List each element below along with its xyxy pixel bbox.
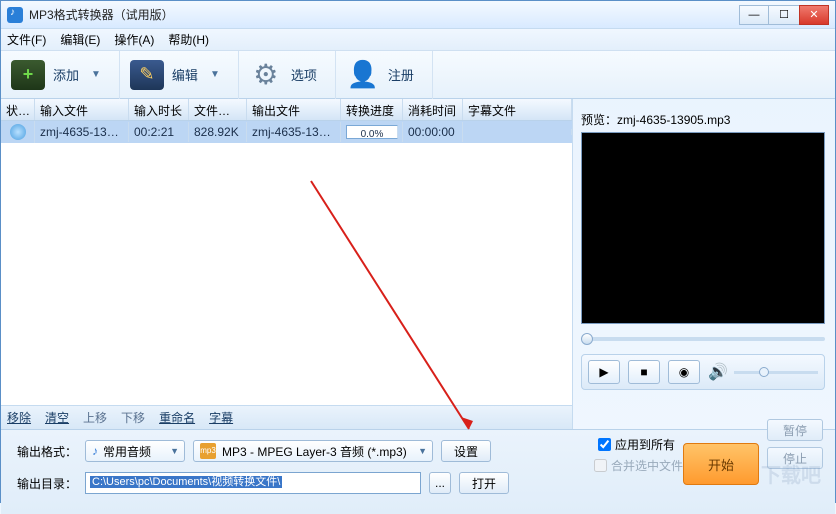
gear-icon: [249, 60, 283, 90]
list-actions: 移除 清空 上移 下移 重命名 字幕: [1, 405, 572, 429]
stop-playback-button[interactable]: ■: [628, 360, 660, 384]
note-icon: ♪: [92, 444, 98, 458]
col-size[interactable]: 文件大小: [189, 99, 247, 120]
snapshot-button[interactable]: ◉: [668, 360, 700, 384]
maximize-button[interactable]: [769, 5, 799, 25]
preview-video[interactable]: [581, 132, 825, 324]
start-button[interactable]: 开始: [683, 443, 759, 485]
menu-action[interactable]: 操作(A): [114, 31, 154, 48]
edit-button[interactable]: 编辑▼: [120, 51, 239, 99]
seek-thumb[interactable]: [581, 333, 593, 345]
table-header: 状态 输入文件 输入时长 文件大小 输出文件 转换进度 消耗时间 字幕文件: [1, 99, 572, 121]
col-input[interactable]: 输入文件: [35, 99, 129, 120]
file-list-panel: 状态 输入文件 输入时长 文件大小 输出文件 转换进度 消耗时间 字幕文件 zm…: [1, 99, 573, 429]
progress-value: 0.0%: [346, 125, 398, 139]
minimize-button[interactable]: [739, 5, 769, 25]
cell-duration: 00:2:21: [129, 122, 189, 142]
col-status[interactable]: 状态: [1, 99, 35, 120]
app-window: MP3格式转换器（试用版） 文件(F) 编辑(E) 操作(A) 帮助(H) 添加…: [0, 0, 836, 503]
status-icon: [10, 124, 26, 140]
user-icon: [346, 60, 380, 90]
col-subtitle[interactable]: 字幕文件: [463, 99, 572, 120]
col-output[interactable]: 输出文件: [247, 99, 341, 120]
remove-link[interactable]: 移除: [7, 409, 31, 426]
add-icon: [11, 60, 45, 90]
col-progress[interactable]: 转换进度: [341, 99, 403, 120]
chevron-down-icon: ▼: [91, 69, 101, 80]
browse-button[interactable]: ...: [429, 472, 451, 494]
cell-elapsed: 00:00:00: [403, 122, 463, 142]
rename-link[interactable]: 重命名: [159, 409, 195, 426]
preview-label: 预览：zmj-4635-13905.mp3: [581, 111, 827, 128]
apply-all-checkbox[interactable]: 应用到所有: [598, 436, 675, 453]
up-link[interactable]: 上移: [83, 409, 107, 426]
cell-output: zmj-4635-139...: [247, 122, 341, 142]
volume-slider[interactable]: [734, 371, 818, 374]
app-icon: [7, 7, 23, 23]
bottom-panel: 输出格式： ♪常用音频▼ mp3MP3 - MPEG Layer-3 音频 (*…: [1, 429, 835, 514]
subtitle-link[interactable]: 字幕: [209, 409, 233, 426]
add-button[interactable]: 添加▼: [1, 51, 120, 99]
toolbar: 添加▼ 编辑▼ 选项 注册: [1, 51, 835, 99]
player-controls: ▶ ■ ◉ 🔊: [581, 354, 825, 390]
menu-edit[interactable]: 编辑(E): [60, 31, 100, 48]
close-button[interactable]: [799, 5, 829, 25]
clear-link[interactable]: 清空: [45, 409, 69, 426]
col-duration[interactable]: 输入时长: [129, 99, 189, 120]
window-title: MP3格式转换器（试用版）: [29, 6, 739, 23]
options-button[interactable]: 选项: [239, 51, 336, 99]
volume-thumb[interactable]: [759, 367, 769, 377]
dir-label: 输出目录：: [13, 475, 77, 492]
category-select[interactable]: ♪常用音频▼: [85, 440, 185, 462]
pause-button[interactable]: 暂停: [767, 419, 823, 441]
format-select[interactable]: mp3MP3 - MPEG Layer-3 音频 (*.mp3)▼: [193, 440, 433, 462]
cell-size: 828.92K: [189, 122, 247, 142]
menubar: 文件(F) 编辑(E) 操作(A) 帮助(H): [1, 29, 835, 51]
chevron-down-icon: ▼: [418, 446, 427, 456]
titlebar: MP3格式转换器（试用版）: [1, 1, 835, 29]
merge-checkbox[interactable]: 合并选中文件: [594, 457, 683, 474]
mp3-icon: mp3: [200, 443, 216, 459]
col-elapsed[interactable]: 消耗时间: [403, 99, 463, 120]
output-dir-input[interactable]: C:\Users\pc\Documents\视频转换文件\: [85, 472, 421, 494]
cell-subtitle: [463, 129, 572, 135]
preview-panel: 预览：zmj-4635-13905.mp3 ▶ ■ ◉ 🔊: [573, 99, 835, 429]
stop-button[interactable]: 停止: [767, 447, 823, 469]
table-row[interactable]: zmj-4635-139... 00:2:21 828.92K zmj-4635…: [1, 121, 572, 143]
open-button[interactable]: 打开: [459, 472, 509, 494]
register-button[interactable]: 注册: [336, 51, 433, 99]
edit-icon: [130, 60, 164, 90]
chevron-down-icon: ▼: [170, 446, 179, 456]
seek-slider[interactable]: [581, 330, 825, 348]
down-link[interactable]: 下移: [121, 409, 145, 426]
table-body[interactable]: zmj-4635-139... 00:2:21 828.92K zmj-4635…: [1, 121, 572, 405]
menu-file[interactable]: 文件(F): [7, 31, 46, 48]
menu-help[interactable]: 帮助(H): [168, 31, 209, 48]
volume-icon[interactable]: 🔊: [708, 362, 728, 382]
chevron-down-icon: ▼: [210, 69, 220, 80]
settings-button[interactable]: 设置: [441, 440, 491, 462]
play-button[interactable]: ▶: [588, 360, 620, 384]
cell-input: zmj-4635-139...: [35, 122, 129, 142]
format-label: 输出格式：: [13, 443, 77, 460]
